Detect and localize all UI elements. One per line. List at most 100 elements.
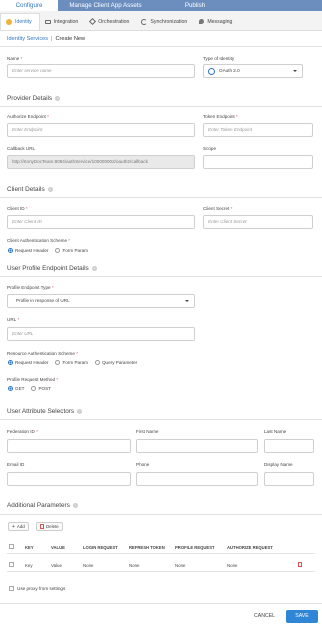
radio-request-header[interactable]: Request Header bbox=[8, 360, 48, 365]
select-all-checkbox[interactable] bbox=[9, 544, 14, 549]
breadcrumb-current: Create New bbox=[55, 36, 86, 42]
table-cell[interactable]: None bbox=[83, 563, 129, 568]
radio-post[interactable]: POST bbox=[31, 386, 51, 391]
email-id-input[interactable] bbox=[7, 472, 131, 486]
url-label: URL * bbox=[7, 317, 19, 322]
profile-request-method-radios: GET POST bbox=[8, 386, 51, 391]
token-endpoint-label: Token Endpoint * bbox=[203, 114, 238, 119]
radio-post-label: POST bbox=[38, 386, 51, 391]
client-secret-label-text: Client Secret bbox=[203, 206, 230, 211]
table-cell[interactable]: Value bbox=[51, 563, 83, 568]
trash-icon[interactable] bbox=[298, 562, 302, 567]
profile-url-input[interactable]: Enter URL bbox=[7, 327, 195, 341]
help-icon[interactable]: ? bbox=[77, 409, 83, 414]
identity-type-value: OAuth 2.0 bbox=[219, 68, 240, 73]
help-icon[interactable]: ? bbox=[91, 266, 97, 271]
last-name-label: Last Name bbox=[264, 429, 287, 434]
column-header: KEY bbox=[25, 544, 34, 550]
type-label: Type of Identity bbox=[203, 56, 235, 61]
table-cell[interactable]: None bbox=[129, 563, 175, 568]
display-name-input[interactable] bbox=[264, 472, 314, 486]
client-id-input[interactable]: Enter Client ID bbox=[7, 215, 195, 229]
token-endpoint-input[interactable]: Enter Token Endpoint bbox=[203, 123, 313, 137]
last-name-input[interactable] bbox=[264, 439, 314, 453]
callback-url-field: http://KonyDocTeam:8084/authService/1000… bbox=[7, 155, 195, 169]
client-secret-label: Client Secret * bbox=[203, 206, 232, 211]
subtab-identity[interactable]: Identity bbox=[0, 13, 40, 30]
identity-type-select[interactable]: OAuth 2.0 bbox=[203, 64, 303, 78]
subtab-integration[interactable]: Integration bbox=[40, 13, 86, 30]
parameters-table-header: KEY VALUE LOGIN REQUEST REFRESH TOKEN PR… bbox=[7, 541, 315, 554]
tab-manage-client-app-assets[interactable]: Manage Client App Assets bbox=[58, 0, 153, 11]
top-tab-bar: Configure Services Manage Client App Ass… bbox=[0, 0, 322, 20]
service-name-input[interactable]: Enter service name bbox=[7, 64, 195, 78]
subtab-synchronization[interactable]: Synchronization bbox=[136, 13, 194, 30]
breadcrumb-separator: | bbox=[51, 36, 53, 42]
tab-configure-services[interactable]: Configure Services bbox=[0, 0, 58, 20]
radio-form-param[interactable]: Form Param bbox=[55, 360, 88, 365]
add-parameter-button[interactable]: + Add bbox=[8, 522, 29, 531]
use-proxy-checkbox[interactable] bbox=[9, 586, 14, 591]
table-cell[interactable]: None bbox=[175, 563, 227, 568]
required-marker: * bbox=[56, 377, 59, 382]
subtab-orchestration-label: Orchestration bbox=[98, 18, 130, 25]
radio-query-parameter-label: Query Parameter bbox=[101, 360, 138, 365]
user-attribute-heading: User Attribute Selectors? bbox=[7, 408, 83, 415]
subtab-identity-label: Identity bbox=[15, 19, 32, 25]
required-marker: * bbox=[20, 56, 23, 61]
sync-icon bbox=[141, 18, 148, 25]
radio-form-param[interactable]: Form Param bbox=[55, 248, 88, 253]
client-auth-scheme-label-text: Client Authentication Scheme bbox=[7, 238, 68, 243]
first-name-input[interactable] bbox=[136, 439, 258, 453]
phone-input[interactable] bbox=[136, 472, 258, 486]
profile-endpoint-heading: User Profile Endpoint Details? bbox=[7, 265, 97, 272]
profile-endpoint-type-value: Profile in response of URL bbox=[16, 298, 70, 303]
radio-unselected-icon bbox=[31, 386, 37, 391]
integration-icon bbox=[44, 19, 51, 24]
tab-publish[interactable]: Publish bbox=[153, 0, 237, 11]
federation-id-input[interactable] bbox=[7, 439, 131, 453]
row-checkbox[interactable] bbox=[9, 562, 14, 567]
profile-endpoint-title: User Profile Endpoint Details bbox=[7, 265, 89, 272]
chevron-down-icon bbox=[293, 70, 297, 72]
required-marker: * bbox=[230, 206, 233, 211]
additional-parameters-title: Additional Parameters bbox=[7, 502, 70, 509]
use-proxy-label: Use proxy from settings bbox=[17, 586, 66, 591]
client-details-title: Client Details bbox=[7, 186, 45, 193]
subtab-messaging[interactable]: Messaging bbox=[194, 13, 239, 30]
required-marker: * bbox=[17, 317, 20, 322]
provider-details-title: Provider Details bbox=[7, 95, 53, 102]
help-icon[interactable]: ? bbox=[47, 187, 53, 192]
email-id-label: Email ID bbox=[7, 462, 25, 467]
profile-endpoint-type-select[interactable]: Profile in response of URL bbox=[7, 294, 195, 308]
divider bbox=[0, 106, 322, 107]
radio-form-param-label: Form Param bbox=[62, 360, 88, 365]
profile-request-method-label-text: Profile Request Method bbox=[7, 377, 56, 382]
scope-input[interactable] bbox=[203, 155, 313, 169]
provider-details-heading: Provider Details? bbox=[7, 95, 61, 102]
client-secret-input[interactable]: Enter Client Secret bbox=[203, 215, 313, 229]
delete-parameter-button[interactable]: Delete bbox=[36, 522, 63, 531]
help-icon[interactable]: ? bbox=[72, 503, 78, 508]
use-proxy-option[interactable]: Use proxy from settings bbox=[9, 586, 65, 591]
cancel-button[interactable]: CANCEL bbox=[254, 613, 275, 619]
radio-request-header[interactable]: Request Header bbox=[8, 248, 48, 253]
save-button[interactable]: SAVE bbox=[286, 610, 318, 623]
name-label-text: Name bbox=[7, 56, 20, 61]
column-header: AUTHORIZE REQUEST bbox=[227, 544, 273, 550]
help-icon[interactable]: ? bbox=[55, 96, 61, 101]
client-id-label-text: Client ID bbox=[7, 206, 25, 211]
required-marker: * bbox=[76, 351, 79, 356]
breadcrumb-identity-services[interactable]: Identity Services bbox=[7, 36, 48, 42]
token-endpoint-label-text: Token Endpoint bbox=[203, 114, 235, 119]
radio-get[interactable]: GET bbox=[8, 386, 24, 391]
required-marker: * bbox=[47, 114, 49, 119]
column-header: PROFILE REQUEST bbox=[175, 544, 215, 550]
subtab-orchestration[interactable]: Orchestration bbox=[85, 13, 136, 30]
authorize-endpoint-input[interactable]: Enter Endpoint bbox=[7, 123, 195, 137]
table-cell[interactable]: Key bbox=[25, 563, 51, 568]
radio-query-parameter[interactable]: Query Parameter bbox=[94, 360, 138, 365]
name-label: Name * bbox=[7, 56, 22, 61]
table-cell[interactable]: None bbox=[227, 563, 287, 568]
radio-selected-icon bbox=[8, 360, 13, 365]
